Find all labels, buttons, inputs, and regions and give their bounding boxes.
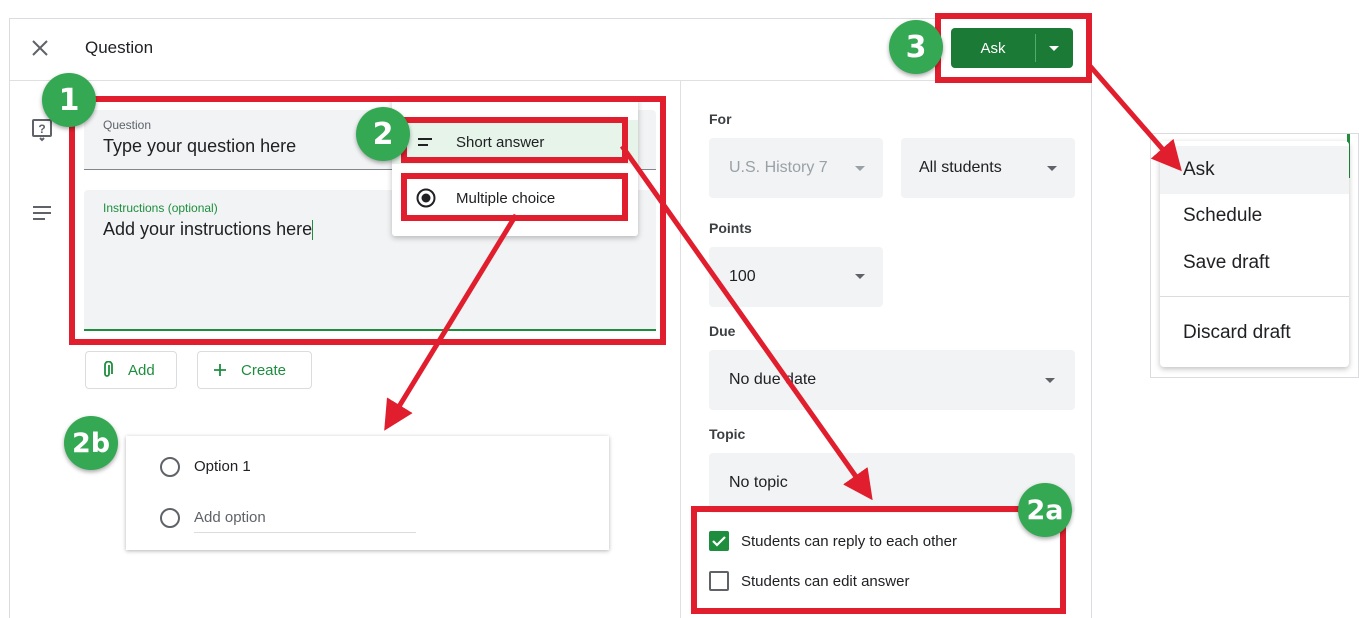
arrow-to-checkboxes (619, 144, 873, 501)
annotation-arrows (384, 64, 1182, 501)
badge-2b: 2b (64, 416, 118, 470)
arrow-to-options (384, 213, 519, 431)
badge-1: 1 (42, 73, 96, 127)
badge-2: 2 (356, 107, 410, 161)
badge-2a: 2a (1018, 483, 1072, 537)
arrow-to-ask-menu (1088, 64, 1182, 172)
badge-3: 3 (889, 20, 943, 74)
